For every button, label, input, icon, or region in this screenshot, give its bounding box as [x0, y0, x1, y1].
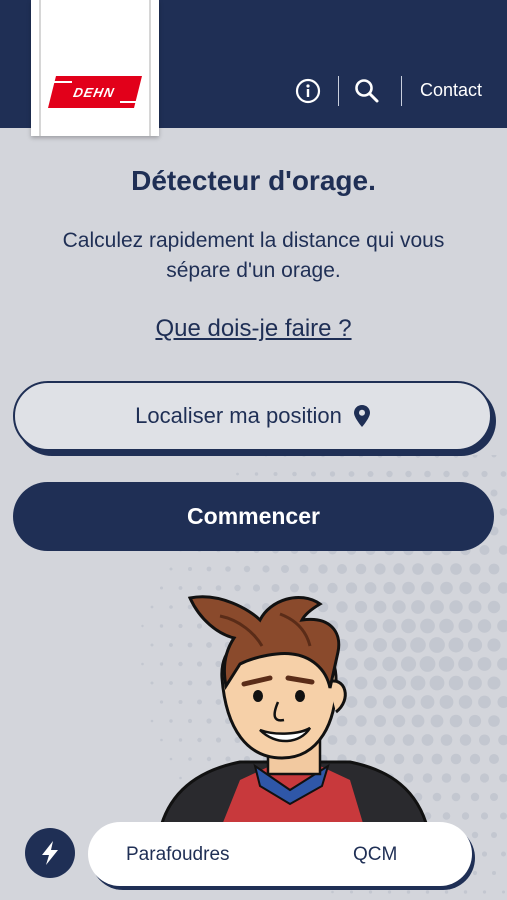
- help-link[interactable]: Que dois-je faire ?: [0, 315, 507, 343]
- search-icon[interactable]: [354, 78, 380, 104]
- mascot-illustration: [160, 595, 430, 830]
- tab-parafoudres[interactable]: Parafoudres: [126, 844, 230, 866]
- subtitle-line: sépare d'un orage.: [166, 259, 341, 282]
- subtitle-line: Calculez rapidement la distance qui vous: [62, 229, 445, 252]
- locate-position-button[interactable]: Localiser ma position: [13, 381, 492, 451]
- bottom-tab-bar: Parafoudres QCM: [88, 822, 472, 886]
- logo-frame-line-left: [39, 0, 41, 136]
- info-icon[interactable]: [295, 78, 321, 104]
- logo-text: DEHN: [71, 85, 117, 100]
- contact-link[interactable]: Contact: [420, 80, 482, 101]
- dehn-logo[interactable]: DEHN: [31, 0, 159, 136]
- header-divider: [338, 76, 339, 106]
- logo-frame-line-right: [149, 0, 151, 136]
- header-divider: [401, 76, 402, 106]
- lightning-bolt-button[interactable]: [25, 828, 75, 878]
- map-pin-icon: [353, 405, 370, 427]
- page-title: Détecteur d'orage.: [131, 165, 376, 196]
- lightning-bolt-icon: [42, 841, 58, 865]
- page-subtitle: Calculez rapidement la distance qui vous…: [20, 226, 487, 286]
- app-header: DEHN Contact: [0, 0, 507, 136]
- start-button[interactable]: Commencer: [13, 482, 494, 551]
- locate-button-label: Localiser ma position: [135, 403, 342, 428]
- tab-qcm[interactable]: QCM: [353, 844, 397, 866]
